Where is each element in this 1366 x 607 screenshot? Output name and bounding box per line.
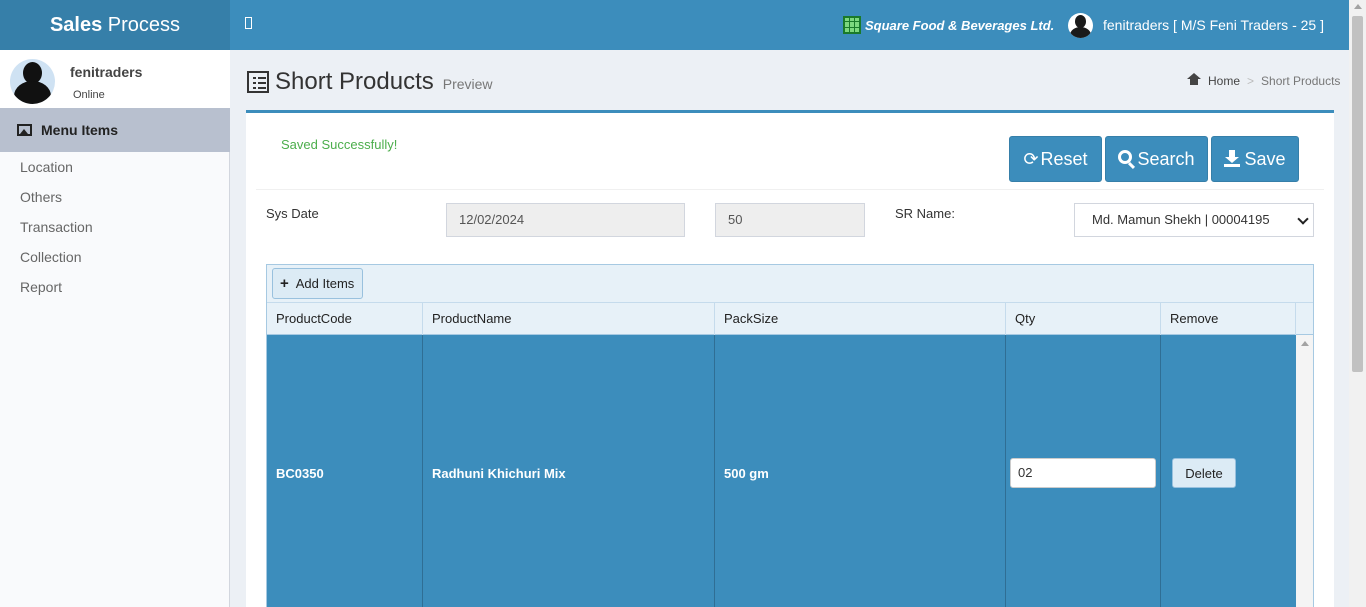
menu-header[interactable]: Menu Items [0,108,230,152]
sys-date-field[interactable]: 12/02/2024 [446,203,685,237]
page-title: Short Products Preview [247,67,493,96]
user-panel: fenitraders Online [0,50,230,108]
column-header-productname[interactable]: ProductName [423,303,715,335]
sidebar-user-name: fenitraders [70,64,143,80]
sr-name-label: SR Name: [895,206,955,221]
cell-remove: Delete [1161,335,1296,607]
column-header-packsize[interactable]: PackSize [715,303,1006,335]
breadcrumb: Home > Short Products [1187,72,1341,88]
search-icon [1118,150,1133,164]
grid-toolbar: + Add Items [267,265,1313,303]
sidebar-toggle-icon[interactable] [245,17,252,29]
refresh-icon: ⟳ [1023,148,1039,169]
image-icon [17,124,32,136]
table-row[interactable]: BC0350 Radhuni Khichuri Mix 500 gm 02 De… [267,335,1296,607]
download-icon [1224,149,1241,167]
chevron-down-icon [1297,213,1309,225]
app-logo[interactable]: Sales Process [0,0,230,50]
breadcrumb-current: Short Products [1261,74,1341,88]
scroll-up-icon[interactable] [1354,4,1362,9]
cell-product-code: BC0350 [267,335,423,607]
user-avatar-icon [1068,12,1093,38]
divider [256,189,1324,190]
list-icon [247,71,269,93]
products-grid: + Add Items ProductCode ProductName Pack… [266,264,1314,607]
company-name: Square Food & Beverages Ltd. [843,15,1054,35]
top-navbar: Sales Process Square Food & Beverages Lt… [0,0,1349,50]
cell-product-name: Radhuni Khichuri Mix [423,335,715,607]
user-account-label: fenitraders [ M/S Feni Traders - 25 ] [1103,17,1324,33]
grid-logo-icon [843,16,861,34]
plus-icon: + [280,275,289,292]
column-header-qty[interactable]: Qty [1006,303,1161,335]
grid-scrollbar[interactable] [1296,335,1313,607]
page-scrollbar[interactable] [1349,0,1366,607]
save-button[interactable]: Save [1211,136,1299,182]
sr-name-select[interactable]: Md. Mamun Shekh | 00004195 [1074,203,1314,237]
cell-qty: 02 [1006,335,1161,607]
main-box: Saved Successfully! ⟳ Reset Search Save … [246,110,1334,607]
sys-date-label: Sys Date [266,206,319,221]
avatar [10,59,55,104]
scroll-up-icon[interactable] [1301,341,1309,346]
add-items-button[interactable]: + Add Items [272,268,363,299]
sidebar-user-status: Online [73,89,105,101]
page-subtitle: Preview [442,76,493,92]
home-icon [1187,72,1201,87]
cell-pack-size: 500 gm [715,335,1006,607]
user-account-menu[interactable]: fenitraders [ M/S Feni Traders - 25 ] [1068,12,1324,38]
scroll-thumb[interactable] [1352,16,1363,372]
column-header-productcode[interactable]: ProductCode [267,303,423,335]
sidebar: fenitraders Online Menu Items Location O… [0,50,230,607]
sidebar-item-transaction[interactable]: Transaction [0,212,230,242]
sidebar-item-others[interactable]: Others [0,182,230,212]
sidebar-item-location[interactable]: Location [0,152,230,182]
delete-button[interactable]: Delete [1172,458,1236,488]
column-header-remove[interactable]: Remove [1161,303,1296,335]
sidebar-item-report[interactable]: Report [0,272,230,302]
breadcrumb-home[interactable]: Home [1208,74,1240,88]
sidebar-item-collection[interactable]: Collection [0,242,230,272]
search-button[interactable]: Search [1105,136,1208,182]
success-message: Saved Successfully! [281,137,398,152]
reset-button[interactable]: ⟳ Reset [1009,136,1102,182]
sidebar-menu: Location Others Transaction Collection R… [0,152,230,302]
grid-header: ProductCode ProductName PackSize Qty Rem… [267,303,1313,335]
number-field[interactable]: 50 [715,203,865,237]
qty-input[interactable]: 02 [1010,458,1156,488]
